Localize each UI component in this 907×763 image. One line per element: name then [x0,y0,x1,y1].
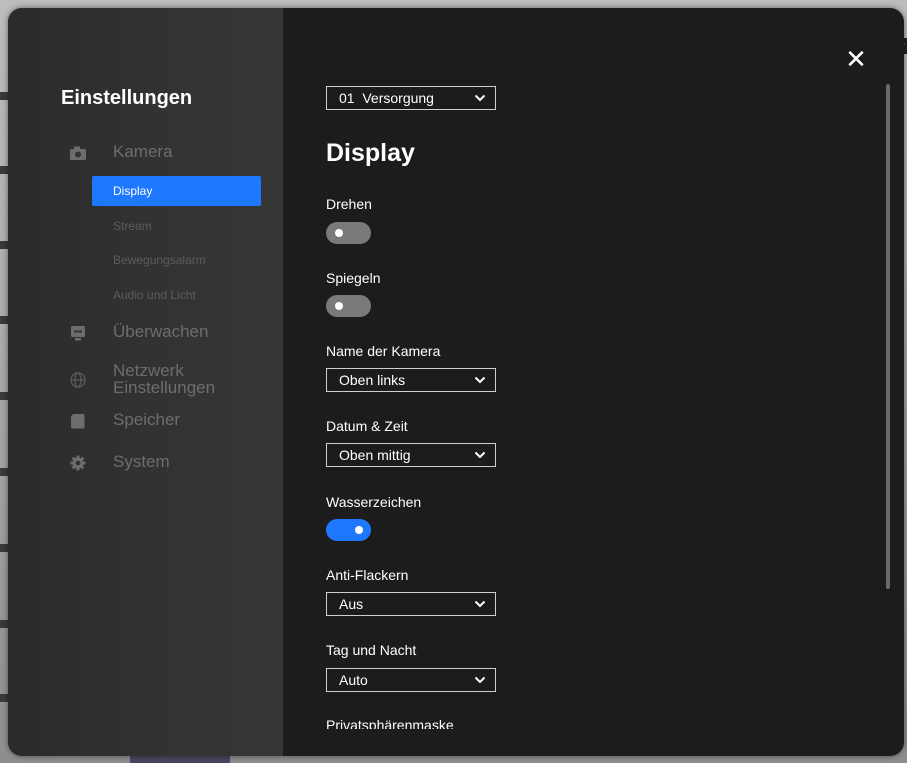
sidebar-item-system[interactable]: System [68,453,170,473]
globe-icon [68,370,88,390]
antiflicker-value: Aus [339,596,364,612]
sidebar-subitem-audio-light[interactable]: Audio und Licht [92,280,261,310]
sidebar-item-label: Netzwerk Einstellungen [113,361,216,397]
mirror-label: Spiegeln [326,270,381,286]
mirror-toggle[interactable] [326,295,371,317]
sidebar-item-label: Kamera [113,142,173,161]
chevron-down-icon [474,600,486,608]
sidebar-subitem-stream[interactable]: Stream [92,211,261,241]
rotate-toggle[interactable] [326,222,371,244]
sidebar-item-label: Speicher [113,410,181,429]
rotate-label: Drehen [326,196,372,212]
settings-content: ✕ 01 Versorgung Display Drehen Spiegeln … [283,8,904,756]
sidebar-item-network[interactable]: Netzwerk Einstellungen [68,362,243,396]
watermark-toggle[interactable] [326,519,371,541]
camera-icon [68,143,88,163]
sidebar-item-ueberwachen[interactable]: Überwachen [68,323,208,343]
camera-name-label: Name der Kamera [326,343,441,359]
gear-icon [68,453,88,473]
datetime-label: Datum & Zeit [326,418,408,434]
content-scroll-clip [283,729,883,756]
chevron-down-icon [474,676,486,684]
settings-modal: Einstellungen Kamera Display Stream Bewe… [8,8,904,756]
datetime-select[interactable]: Oben mittig [326,443,496,467]
sidebar-item-speicher[interactable]: Speicher [68,411,180,431]
chevron-down-icon [474,94,486,102]
settings-sidebar: Einstellungen Kamera Display Stream Bewe… [8,8,283,756]
close-icon[interactable]: ✕ [845,46,867,72]
sidebar-subitem-motion-alarm[interactable]: Bewegungsalarm [92,245,261,275]
chevron-down-icon [474,376,486,384]
daynight-label: Tag und Nacht [326,642,417,658]
daynight-value: Auto [339,672,368,688]
sidebar-item-label: System [113,452,170,471]
sidebar-subitem-display[interactable]: Display [92,176,261,206]
datetime-value: Oben mittig [339,447,411,463]
monitor-icon [68,323,88,343]
scrollbar[interactable] [886,84,892,729]
camera-name-select[interactable]: Oben links [326,368,496,392]
sidebar-item-label: Überwachen [113,322,209,341]
daynight-select[interactable]: Auto [326,668,496,692]
toggle-knob [335,229,343,237]
toggle-knob [355,526,363,534]
camera-select-value: 01 Versorgung [339,90,434,106]
sidebar-title: Einstellungen [61,87,193,109]
camera-select[interactable]: 01 Versorgung [326,86,496,110]
chevron-down-icon [474,451,486,459]
scrollbar-thumb[interactable] [886,84,890,589]
page-title: Display [326,139,415,167]
toggle-knob [335,302,343,310]
watermark-label: Wasserzeichen [326,494,422,510]
sidebar-item-kamera[interactable]: Kamera [68,143,173,163]
sd-card-icon [68,411,88,431]
antiflicker-select[interactable]: Aus [326,592,496,616]
antiflicker-label: Anti-Flackern [326,567,409,583]
camera-name-value: Oben links [339,372,406,388]
